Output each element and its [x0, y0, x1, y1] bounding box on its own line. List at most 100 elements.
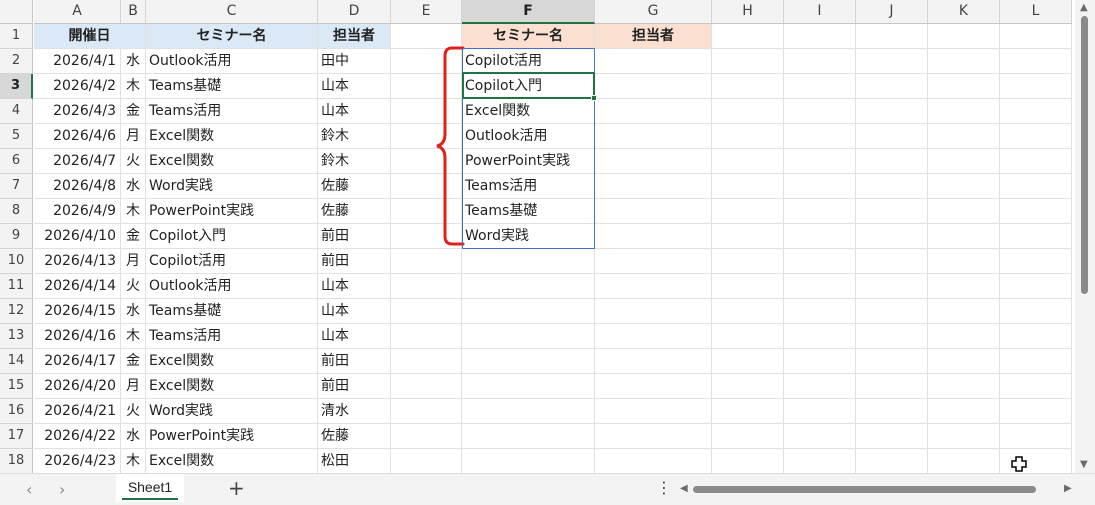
scroll-right-icon[interactable]: ▶	[1064, 483, 1072, 494]
vertical-scroll-thumb[interactable]	[1081, 16, 1088, 294]
owner-cell[interactable]: 鈴木	[318, 124, 391, 149]
grid-cell[interactable]	[856, 374, 928, 399]
seminar-cell[interactable]: Excel関数	[146, 349, 318, 374]
owner-cell[interactable]: 山本	[318, 74, 391, 99]
seminar-cell[interactable]: Teams基礎	[146, 299, 318, 324]
grid-cell[interactable]	[1000, 24, 1072, 49]
unique-seminar-cell[interactable]: Word実践	[462, 224, 595, 249]
horizontal-scroll-thumb[interactable]	[693, 486, 1036, 493]
column-header-D[interactable]: D	[318, 0, 391, 24]
weekday-cell[interactable]: 水	[121, 174, 146, 199]
weekday-cell[interactable]: 月	[121, 249, 146, 274]
grid-cell[interactable]	[856, 424, 928, 449]
grid-cell[interactable]	[1000, 124, 1072, 149]
grid-cell[interactable]	[712, 449, 784, 473]
unique-seminar-cell[interactable]: Outlook活用	[462, 124, 595, 149]
grid-cell[interactable]	[462, 424, 595, 449]
seminar-cell[interactable]: Excel関数	[146, 374, 318, 399]
owner-cell[interactable]: 清水	[318, 399, 391, 424]
grid-cell[interactable]	[1000, 349, 1072, 374]
grid-cell[interactable]	[784, 374, 856, 399]
weekday-cell[interactable]: 水	[121, 49, 146, 74]
date-cell[interactable]: 2026/4/22	[34, 424, 121, 449]
grid-cell[interactable]	[1000, 399, 1072, 424]
grid-cell[interactable]	[784, 324, 856, 349]
weekday-cell[interactable]: 木	[121, 449, 146, 473]
grid-cell[interactable]	[784, 174, 856, 199]
column-header-F[interactable]: F	[462, 0, 595, 24]
grid-cell[interactable]	[712, 124, 784, 149]
grid-cell[interactable]	[391, 349, 462, 374]
sheet-tab-sheet1[interactable]: Sheet1	[116, 474, 184, 502]
grid-cell[interactable]	[462, 274, 595, 299]
row-header-16[interactable]: 16	[0, 399, 33, 424]
seminar-cell[interactable]: Copilot入門	[146, 224, 318, 249]
grid-cell[interactable]	[391, 374, 462, 399]
grid-cell[interactable]	[595, 224, 712, 249]
row-header-14[interactable]: 14	[0, 349, 33, 374]
grid-cell[interactable]	[712, 224, 784, 249]
grid-cell[interactable]	[856, 199, 928, 224]
grid-cell[interactable]	[928, 199, 1000, 224]
grid-cell[interactable]	[391, 424, 462, 449]
grid-cell[interactable]	[1000, 324, 1072, 349]
grid-cell[interactable]	[595, 99, 712, 124]
grid-cell[interactable]	[712, 74, 784, 99]
grid-cell[interactable]	[856, 224, 928, 249]
unique-seminar-cell[interactable]: Copilot入門	[462, 74, 595, 99]
owner-cell[interactable]: 鈴木	[318, 149, 391, 174]
grid-cell[interactable]	[712, 274, 784, 299]
seminar-cell[interactable]: PowerPoint実践	[146, 199, 318, 224]
grid-cell[interactable]	[712, 374, 784, 399]
weekday-cell[interactable]: 木	[121, 74, 146, 99]
row-header-7[interactable]: 7	[0, 174, 33, 199]
grid-cell[interactable]	[1000, 224, 1072, 249]
grid-cell[interactable]	[856, 449, 928, 473]
row-header-15[interactable]: 15	[0, 374, 33, 399]
grid-cell[interactable]	[595, 349, 712, 374]
grid-cell[interactable]	[595, 199, 712, 224]
grid-cell[interactable]	[712, 49, 784, 74]
weekday-cell[interactable]: 水	[121, 299, 146, 324]
row-header-9[interactable]: 9	[0, 224, 33, 249]
row-header-4[interactable]: 4	[0, 99, 33, 124]
grid-cell[interactable]	[1000, 149, 1072, 174]
grid-cell[interactable]	[856, 274, 928, 299]
grid-cell[interactable]	[928, 149, 1000, 174]
grid-cell[interactable]	[784, 124, 856, 149]
scroll-left-icon[interactable]: ◀	[680, 483, 688, 494]
owner-cell[interactable]: 前田	[318, 349, 391, 374]
column-header-E[interactable]: E	[391, 0, 462, 24]
date-cell[interactable]: 2026/4/14	[34, 274, 121, 299]
seminar-cell[interactable]: Outlook活用	[146, 274, 318, 299]
date-cell[interactable]: 2026/4/8	[34, 174, 121, 199]
scroll-down-icon[interactable]: ▼	[1080, 459, 1088, 470]
row-header-3[interactable]: 3	[0, 74, 33, 99]
grid-cell[interactable]	[391, 249, 462, 274]
owner-cell[interactable]: 佐藤	[318, 424, 391, 449]
grid-cell[interactable]	[712, 299, 784, 324]
unique-seminar-cell[interactable]: PowerPoint実践	[462, 149, 595, 174]
owner-cell[interactable]: 前田	[318, 374, 391, 399]
grid-cell[interactable]	[784, 424, 856, 449]
grid-cell[interactable]	[928, 24, 1000, 49]
weekday-cell[interactable]: 火	[121, 149, 146, 174]
grid-cell[interactable]	[928, 249, 1000, 274]
grid-cell[interactable]	[595, 299, 712, 324]
grid-cell[interactable]	[856, 349, 928, 374]
row-header-11[interactable]: 11	[0, 274, 33, 299]
chevron-right-icon[interactable]: ›	[59, 480, 65, 499]
grid-cell[interactable]	[784, 74, 856, 99]
grid-cell[interactable]	[856, 324, 928, 349]
date-cell[interactable]: 2026/4/7	[34, 149, 121, 174]
seminar-cell[interactable]: Teams活用	[146, 99, 318, 124]
seminar-cell[interactable]: Word実践	[146, 174, 318, 199]
grid-cell[interactable]	[595, 49, 712, 74]
seminar-cell[interactable]: Excel関数	[146, 124, 318, 149]
grid-cell[interactable]	[462, 349, 595, 374]
grid-cell[interactable]	[784, 274, 856, 299]
grid-cell[interactable]	[462, 324, 595, 349]
grid-cell[interactable]	[391, 399, 462, 424]
grid-cell[interactable]	[1000, 49, 1072, 74]
vertical-scrollbar[interactable]: ▲ ▼	[1075, 0, 1095, 473]
